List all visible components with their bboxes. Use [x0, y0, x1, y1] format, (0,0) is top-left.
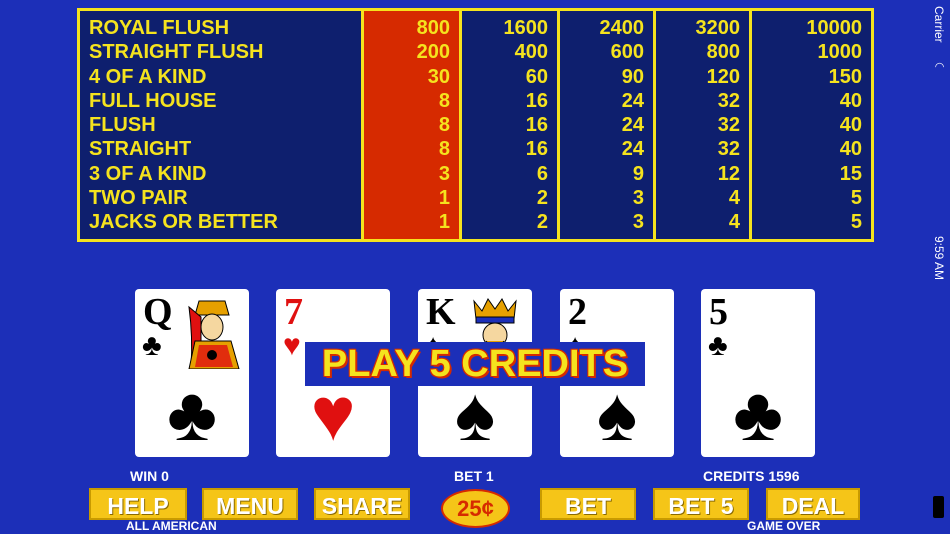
payout-value: 24	[621, 138, 644, 161]
payout-value: 5	[850, 187, 862, 210]
payout-value: 1	[438, 187, 450, 210]
card-5[interactable]: 5 ♣ ♣	[701, 289, 815, 457]
payout-value: 40	[839, 138, 862, 161]
payout-value: 40	[839, 114, 862, 137]
bet-5-button[interactable]: BET 5	[653, 488, 749, 520]
payout-value: 32	[717, 138, 740, 161]
hand-name: 3 OF A KIND	[89, 162, 207, 185]
club-icon: ♣	[708, 329, 728, 362]
payout-value: 30	[427, 65, 450, 88]
payout-value: 90	[621, 65, 644, 88]
battery-icon	[933, 496, 944, 518]
card-1[interactable]: Q ♣ ♣	[135, 289, 249, 457]
hand-name: STRAIGHT FLUSH	[89, 41, 264, 64]
bet-label: BET 1	[454, 468, 494, 484]
payout-value: 24	[621, 114, 644, 137]
payout-value: 16	[525, 138, 548, 161]
pay-table: ROYAL FLUSH STRAIGHT FLUSH 4 OF A KIND F…	[77, 8, 874, 242]
payout-value: 15	[839, 162, 862, 185]
hand-name: STRAIGHT	[89, 138, 192, 161]
bet-button[interactable]: BET	[540, 488, 636, 520]
payout-value: 4	[728, 187, 740, 210]
credits-label: CREDITS 1596	[703, 468, 800, 484]
queen-face-icon	[181, 297, 243, 369]
hand-name: FULL HOUSE	[89, 89, 217, 112]
payout-value: 3	[632, 187, 644, 210]
card-rank: Q	[143, 291, 173, 333]
game-state-label: GAME OVER	[747, 519, 821, 533]
hand-name: TWO PAIR	[89, 187, 188, 210]
help-button[interactable]: HELP	[89, 488, 187, 520]
payout-value: 1	[438, 211, 450, 234]
payout-value: 1000	[817, 41, 863, 64]
pay-column-1-credit: 800 200 30 8 8 8 3 1 1	[364, 11, 462, 239]
club-icon: ♣	[142, 329, 162, 362]
club-icon: ♣	[167, 372, 217, 457]
payout-value: 16	[525, 89, 548, 112]
coin-denomination-button[interactable]: 25¢	[441, 489, 510, 528]
card-rank: K	[426, 291, 456, 333]
share-button[interactable]: SHARE	[314, 488, 410, 520]
payout-value: 4	[728, 211, 740, 234]
payout-value: 32	[717, 114, 740, 137]
pay-column-4-credits: 3200 800 120 32 32 32 12 4 4	[656, 11, 752, 239]
play-credits-banner: PLAY 5 CREDITS	[305, 342, 645, 386]
payout-value: 8	[438, 114, 450, 137]
payout-value: 2400	[599, 17, 645, 39]
pay-column-5-credits: 10000 1000 150 40 40 40 15 5 5	[752, 11, 871, 239]
spade-icon: ♠	[454, 372, 496, 457]
payout-value: 800	[706, 41, 740, 64]
card-rank: 7	[284, 291, 303, 333]
spade-icon: ♠	[596, 372, 638, 457]
payout-value: 3	[632, 211, 644, 234]
win-label: WIN 0	[130, 468, 169, 484]
deal-button[interactable]: DEAL	[766, 488, 860, 520]
payout-value: 32	[717, 89, 740, 112]
pay-column-2-credits: 1600 400 60 16 16 16 6 2 2	[462, 11, 560, 239]
payout-value: 150	[828, 65, 862, 88]
payout-value: 600	[610, 41, 644, 64]
payout-value: 2	[536, 187, 548, 210]
game-name-label: ALL AMERICAN	[126, 519, 217, 533]
payout-value: 12	[717, 162, 740, 185]
status-time: 9:59 AM	[932, 236, 946, 281]
payout-value: 60	[525, 65, 548, 88]
payout-value: 40	[839, 89, 862, 112]
wifi-icon: ◠	[933, 60, 945, 73]
heart-icon: ♥	[283, 329, 301, 362]
hand-name: ROYAL FLUSH	[89, 17, 230, 39]
payout-value: 6	[536, 162, 548, 185]
payout-value: 8	[438, 138, 450, 161]
carrier-label: Carrier	[932, 6, 946, 43]
payout-value: 2	[536, 211, 548, 234]
menu-button[interactable]: MENU	[202, 488, 298, 520]
hand-name: JACKS OR BETTER	[89, 211, 278, 234]
payout-value: 3	[438, 162, 450, 185]
payout-value: 1600	[503, 17, 549, 39]
heart-icon: ♥	[310, 372, 356, 457]
pay-table-hand-names: ROYAL FLUSH STRAIGHT FLUSH 4 OF A KIND F…	[80, 11, 364, 239]
pay-column-3-credits: 2400 600 90 24 24 24 9 3 3	[560, 11, 656, 239]
payout-value: 8	[438, 89, 450, 112]
card-rank: 2	[568, 291, 587, 333]
payout-value: 120	[706, 65, 740, 88]
payout-value: 200	[416, 41, 450, 64]
hand-name: 4 OF A KIND	[89, 65, 207, 88]
payout-value: 10000	[806, 17, 862, 39]
payout-value: 800	[416, 17, 450, 39]
payout-value: 16	[525, 114, 548, 137]
payout-value: 24	[621, 89, 644, 112]
hand-name: FLUSH	[89, 114, 156, 137]
payout-value: 5	[850, 211, 862, 234]
card-rank: 5	[709, 291, 728, 333]
club-icon: ♣	[733, 372, 783, 457]
payout-value: 9	[632, 162, 644, 185]
payout-value: 3200	[695, 17, 741, 39]
payout-value: 400	[514, 41, 548, 64]
